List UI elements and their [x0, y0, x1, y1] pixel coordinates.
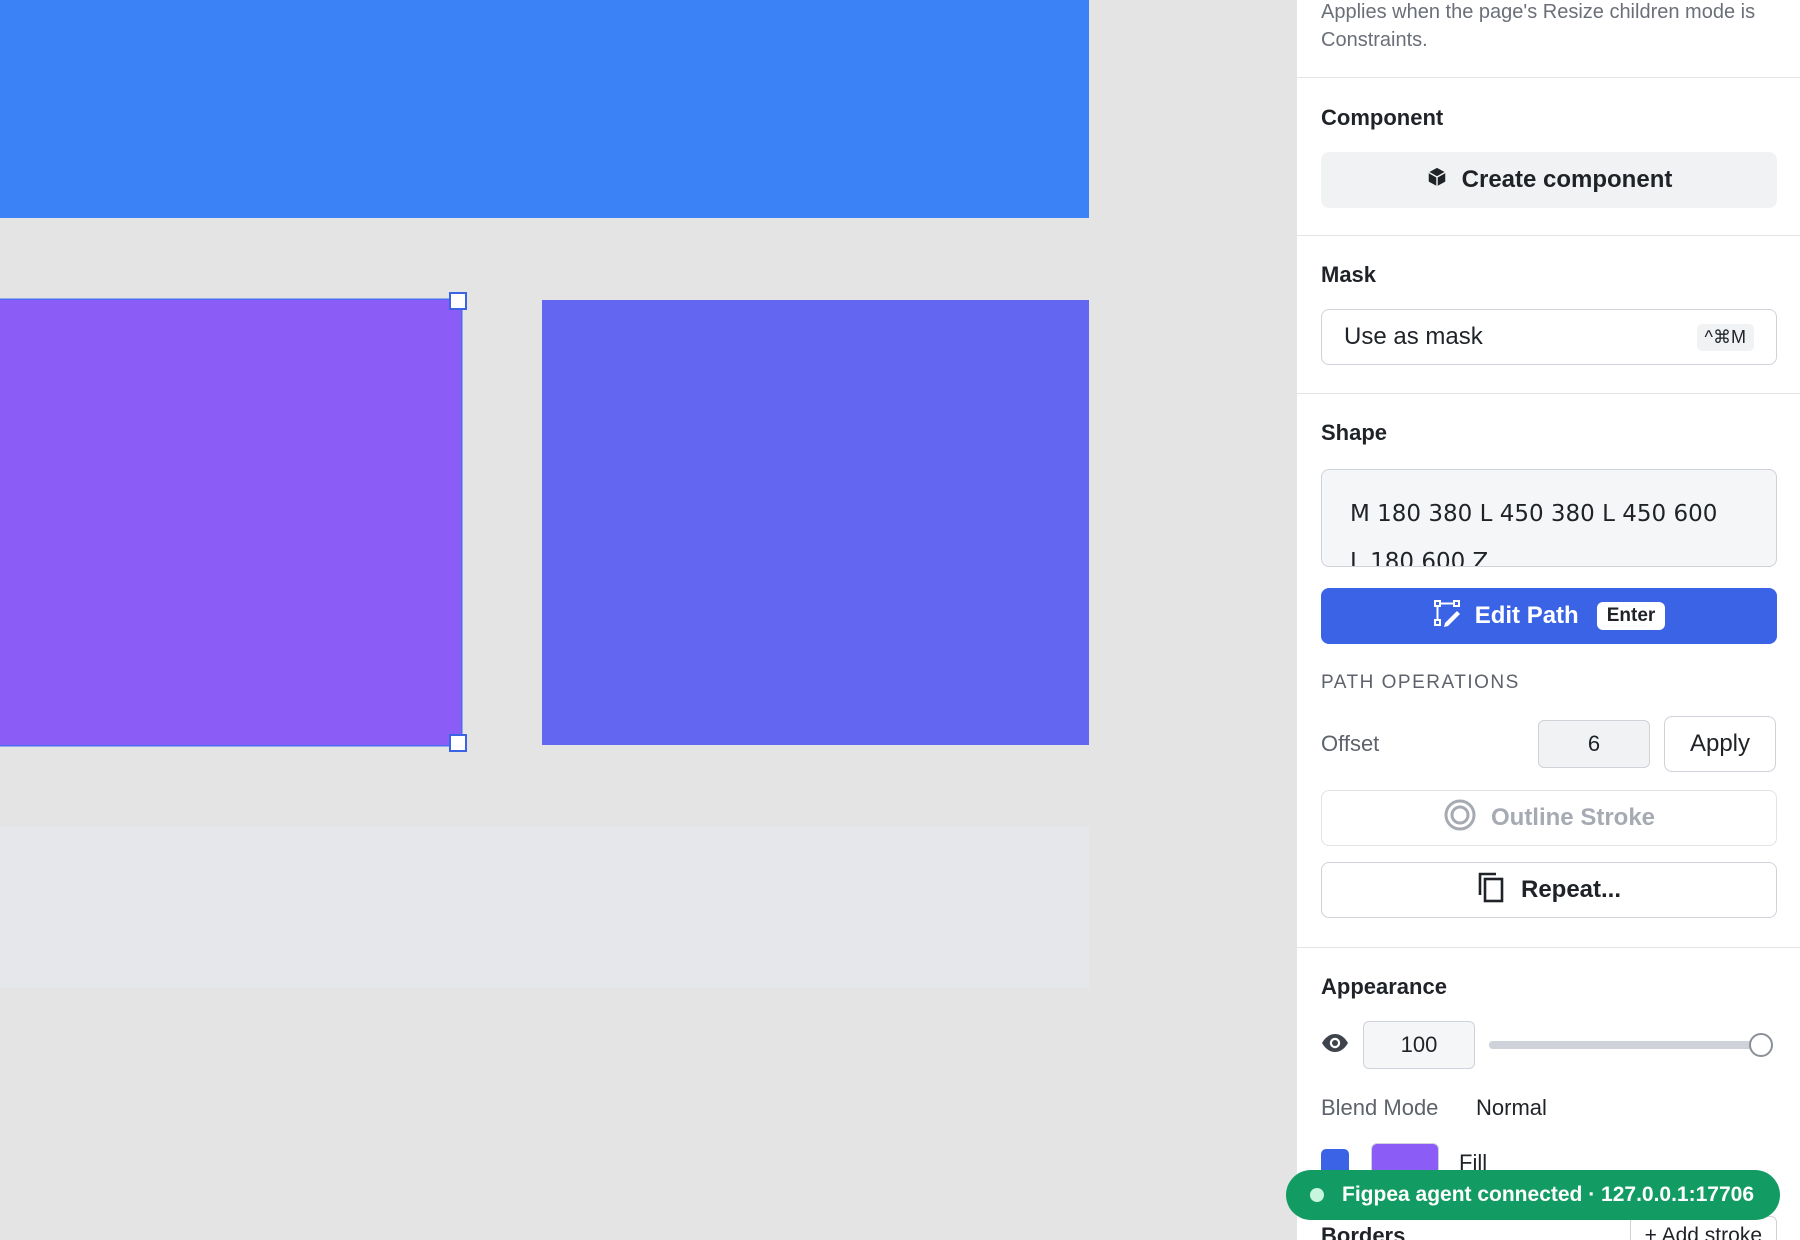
borders-title: Borders — [1321, 1223, 1406, 1240]
shape-title: Shape — [1321, 420, 1388, 445]
properties-panel: Applies when the page's Resize children … — [1296, 0, 1800, 1240]
use-as-mask-button[interactable]: Use as mask ^⌘M — [1321, 309, 1777, 365]
create-component-label: Create component — [1461, 166, 1673, 193]
shape-section: Shape M 180 380 L 450 380 L 450 600 L 18… — [1297, 394, 1800, 948]
component-section: Component Create component — [1297, 78, 1800, 236]
path-operations-heading: PATH OPERATIONS — [1321, 672, 1520, 693]
resize-handle-top-right[interactable] — [449, 292, 467, 310]
opacity-input[interactable]: 100 — [1363, 1021, 1475, 1069]
outline-stroke-icon — [1443, 798, 1477, 839]
repeat-button[interactable]: Repeat... — [1321, 862, 1777, 918]
eye-icon[interactable] — [1321, 1033, 1349, 1058]
edit-path-icon — [1433, 599, 1463, 634]
constraints-section: Applies when the page's Resize children … — [1297, 0, 1800, 78]
mask-title: Mask — [1321, 262, 1377, 287]
resize-handle-bottom-right[interactable] — [449, 734, 467, 752]
opacity-slider-fill — [1489, 1041, 1761, 1049]
apply-offset-button[interactable]: Apply — [1664, 716, 1776, 772]
offset-input[interactable]: 6 — [1538, 720, 1650, 768]
blend-mode-row: Blend Mode Normal — [1321, 1095, 1776, 1121]
canvas-shape-purple-rectangle-selected[interactable] — [0, 300, 461, 745]
canvas-shape-indigo-rectangle[interactable] — [542, 300, 1089, 745]
edit-path-button[interactable]: Edit Path Enter — [1321, 588, 1777, 644]
mask-shortcut-badge: ^⌘M — [1696, 323, 1754, 351]
design-canvas[interactable] — [0, 0, 1296, 1240]
component-title: Component — [1321, 105, 1444, 130]
resize-grip-icon[interactable] — [1758, 548, 1772, 562]
appearance-title: Appearance — [1321, 974, 1447, 999]
offset-label: Offset — [1321, 731, 1380, 756]
app-window: Applies when the page's Resize children … — [0, 0, 1800, 1240]
create-component-button[interactable]: Create component — [1321, 152, 1777, 208]
outline-stroke-label: Outline Stroke — [1490, 804, 1656, 831]
use-as-mask-label: Use as mask — [1344, 323, 1483, 350]
edit-path-label: Edit Path — [1474, 602, 1579, 629]
blend-mode-label: Blend Mode — [1321, 1095, 1439, 1120]
constraints-note: Applies when the page's Resize children … — [1321, 1, 1756, 51]
canvas-shape-blue-rectangle[interactable] — [0, 0, 1089, 218]
agent-connected-toast: Figpea agent connected · 127.0.0.1:17706 — [1286, 1170, 1780, 1220]
repeat-label: Repeat... — [1520, 876, 1622, 903]
component-cube-icon — [1426, 166, 1448, 195]
outline-stroke-button[interactable]: Outline Stroke — [1321, 790, 1777, 846]
path-data-line-2: L 180 600 Z — [1350, 549, 1489, 567]
toast-text: Figpea agent connected · 127.0.0.1:17706 — [1342, 1183, 1755, 1206]
opacity-slider-thumb[interactable] — [1749, 1033, 1773, 1057]
blend-mode-select[interactable]: Normal — [1476, 1095, 1547, 1121]
copy-icon — [1477, 871, 1505, 910]
offset-row: Offset 6 Apply — [1321, 716, 1776, 772]
status-dot-icon — [1310, 1188, 1324, 1202]
canvas-shape-light-rectangle[interactable] — [0, 826, 1089, 988]
opacity-row: 100 — [1321, 1021, 1776, 1069]
mask-section: Mask Use as mask ^⌘M — [1297, 236, 1800, 394]
opacity-slider[interactable] — [1489, 1033, 1773, 1057]
path-data-line-1: M 180 380 L 450 380 L 450 600 — [1350, 501, 1718, 527]
path-data-textarea[interactable]: M 180 380 L 450 380 L 450 600 L 180 600 … — [1321, 469, 1777, 567]
edit-path-shortcut-badge: Enter — [1596, 602, 1666, 630]
